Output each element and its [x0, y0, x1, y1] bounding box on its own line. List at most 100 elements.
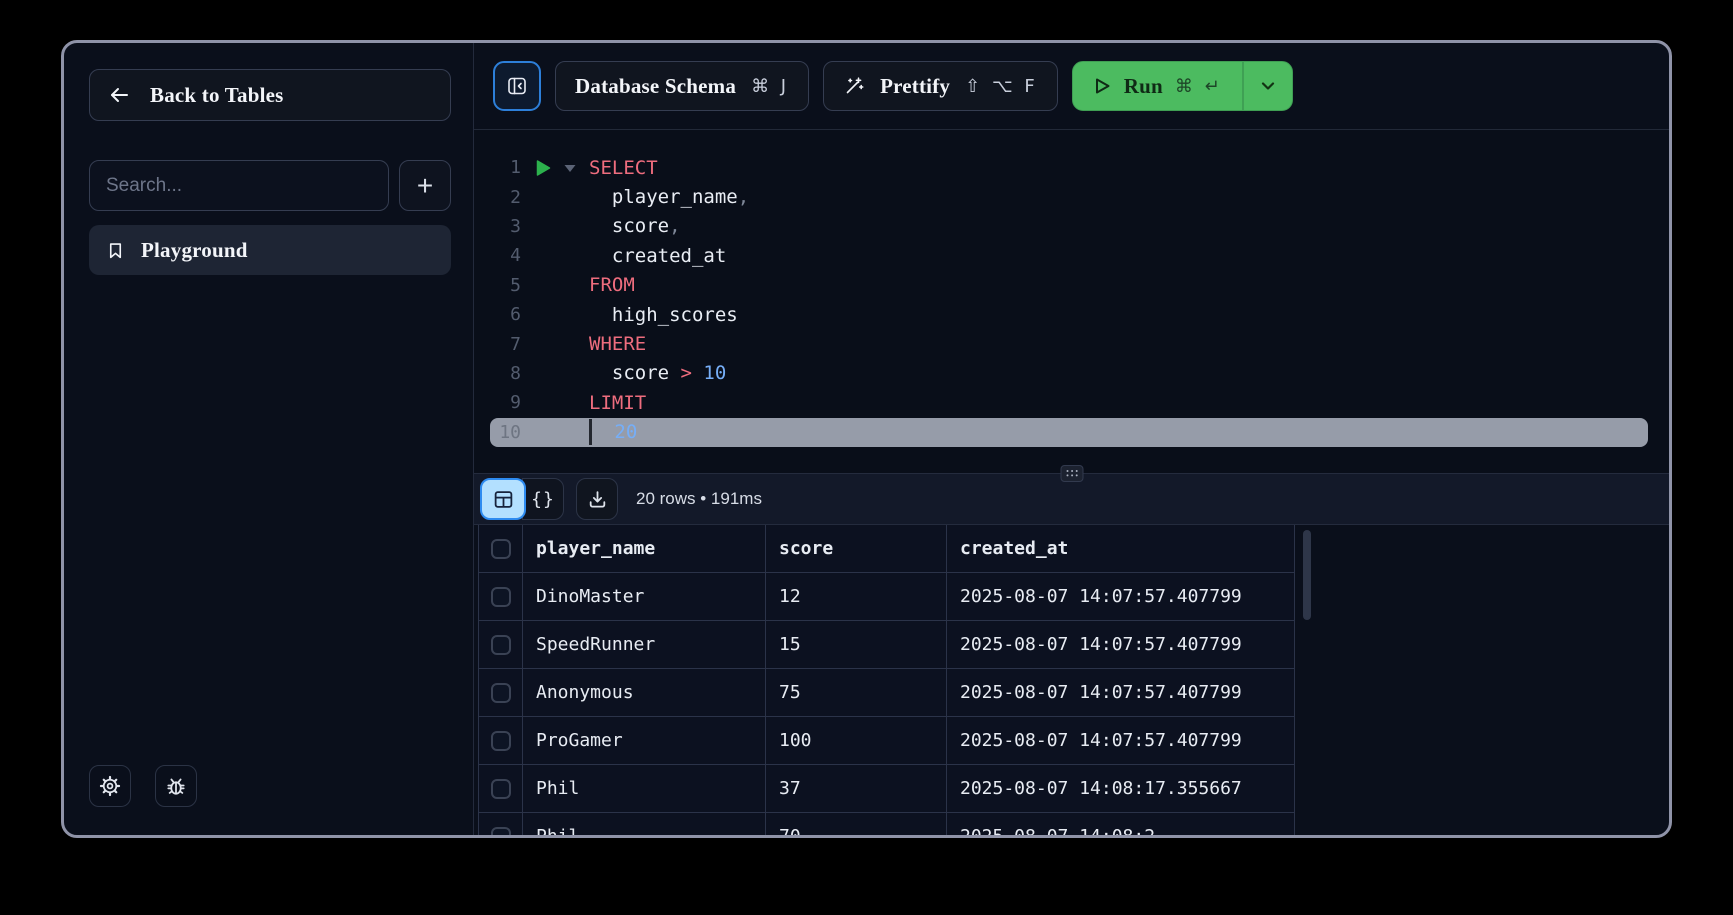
- debug-button[interactable]: [155, 765, 197, 807]
- row-checkbox[interactable]: [491, 731, 511, 751]
- line-number: 1: [490, 157, 521, 178]
- line-number: 10: [490, 422, 521, 443]
- line-number: 9: [490, 392, 521, 413]
- table-cell: Phil: [523, 813, 766, 835]
- prettify-shortcut: ⇧ ⌥ F: [965, 76, 1038, 97]
- table-cell: 2025-08-07 14:07:57.407799: [947, 717, 1294, 764]
- code-text: WHERE: [589, 333, 646, 355]
- column-header: score: [766, 525, 947, 572]
- editor-line: 1SELECT: [490, 153, 1648, 182]
- table-row: Anonymous752025-08-07 14:07:57.407799: [479, 669, 1294, 717]
- panel-resize-handle[interactable]: [1060, 465, 1083, 482]
- run-label: Run: [1124, 74, 1163, 99]
- table-cell: 2025-08-07 14:08:2: [947, 813, 1294, 835]
- bookmark-icon: [106, 241, 125, 260]
- code-text: score > 10: [589, 362, 726, 384]
- chevron-down-icon: [1258, 76, 1278, 96]
- prettify-button[interactable]: Prettify ⇧ ⌥ F: [823, 61, 1058, 111]
- header-checkbox-cell: [479, 525, 523, 572]
- table-cell: ProGamer: [523, 717, 766, 764]
- run-options-button[interactable]: [1244, 62, 1292, 110]
- table-row: DinoMaster122025-08-07 14:07:57.407799: [479, 573, 1294, 621]
- row-checkbox-cell: [479, 813, 523, 835]
- editor-line: 6 high_scores: [490, 300, 1648, 329]
- run-button-group: Run ⌘ ↵: [1072, 61, 1293, 111]
- play-icon: [1092, 76, 1112, 96]
- bug-icon: [165, 775, 187, 797]
- editor-line: 3 score,: [490, 212, 1648, 241]
- sidebar: Back to Tables + Playground: [64, 43, 474, 835]
- add-query-button[interactable]: +: [399, 160, 451, 211]
- back-to-tables-button[interactable]: Back to Tables: [89, 69, 451, 121]
- arrow-left-icon: [108, 84, 130, 106]
- editor-line: 2 player_name,: [490, 182, 1648, 211]
- results-table-area: player_namescorecreated_atDinoMaster1220…: [474, 525, 1669, 835]
- results-table: player_namescorecreated_atDinoMaster1220…: [478, 525, 1295, 835]
- table-row: Phil702025-08-07 14:08:2: [479, 813, 1294, 835]
- results-panel: {} 20 rows • 191ms player_namescorecreat…: [474, 473, 1669, 835]
- line-markers: [521, 158, 589, 178]
- table-view-button[interactable]: [480, 478, 526, 520]
- fold-caret-icon[interactable]: [562, 160, 578, 176]
- database-schema-button[interactable]: Database Schema ⌘ J: [555, 61, 809, 111]
- select-all-checkbox[interactable]: [491, 539, 511, 559]
- line-number: 3: [490, 216, 521, 237]
- table-grid-icon: [493, 489, 514, 510]
- table-row: SpeedRunner152025-08-07 14:07:57.407799: [479, 621, 1294, 669]
- vertical-scrollbar-thumb[interactable]: [1303, 530, 1311, 620]
- json-view-button[interactable]: {}: [522, 478, 564, 520]
- row-checkbox[interactable]: [491, 779, 511, 799]
- row-checkbox-cell: [479, 765, 523, 812]
- code-text: player_name,: [589, 186, 749, 208]
- code-text: 20: [589, 419, 637, 445]
- gear-icon: [99, 775, 121, 797]
- prettify-label: Prettify: [880, 74, 950, 99]
- row-checkbox[interactable]: [491, 827, 511, 836]
- editor-line: 5 FROM: [490, 271, 1648, 300]
- row-checkbox[interactable]: [491, 683, 511, 703]
- table-cell: 70: [766, 813, 947, 835]
- view-switcher: {}: [480, 478, 564, 520]
- editor-line: 7 WHERE: [490, 329, 1648, 358]
- column-header: created_at: [947, 525, 1294, 572]
- line-number: 6: [490, 304, 521, 325]
- table-cell: 75: [766, 669, 947, 716]
- code-text: FROM: [589, 274, 635, 296]
- sql-editor[interactable]: 1SELECT2 player_name,3 score,4 created_a…: [474, 130, 1669, 473]
- query-status: 20 rows • 191ms: [636, 489, 762, 509]
- table-cell: Phil: [523, 765, 766, 812]
- database-schema-shortcut: ⌘ J: [751, 76, 789, 97]
- wand-icon: [843, 75, 865, 97]
- playground-label: Playground: [141, 238, 248, 263]
- sidebar-footer: [89, 765, 451, 807]
- line-number: 8: [490, 363, 521, 384]
- editor-line: 9LIMIT: [490, 388, 1648, 417]
- line-number: 5: [490, 275, 521, 296]
- row-checkbox-cell: [479, 669, 523, 716]
- row-checkbox[interactable]: [491, 635, 511, 655]
- download-results-button[interactable]: [576, 478, 618, 520]
- editor-toolbar: Database Schema ⌘ J Prettify ⇧ ⌥ F: [474, 43, 1669, 130]
- panel-left-icon: [506, 75, 528, 97]
- grip-dots-icon: [1066, 470, 1068, 472]
- column-header: player_name: [523, 525, 766, 572]
- table-cell: 2025-08-07 14:07:57.407799: [947, 669, 1294, 716]
- table-cell: 37: [766, 765, 947, 812]
- run-statement-icon[interactable]: [533, 158, 553, 178]
- table-header-row: player_namescorecreated_at: [479, 525, 1294, 573]
- editor-line: 8 score > 10: [490, 359, 1648, 388]
- main-panel: Database Schema ⌘ J Prettify ⇧ ⌥ F: [474, 43, 1669, 835]
- row-checkbox-cell: [479, 717, 523, 764]
- table-cell: 2025-08-07 14:07:57.407799: [947, 573, 1294, 620]
- search-input[interactable]: [89, 160, 389, 211]
- run-button[interactable]: Run ⌘ ↵: [1073, 62, 1242, 110]
- editor-line: 4 created_at: [490, 241, 1648, 270]
- settings-button[interactable]: [89, 765, 131, 807]
- line-number: 2: [490, 187, 521, 208]
- sidebar-toggle-button[interactable]: [493, 61, 541, 111]
- row-checkbox[interactable]: [491, 587, 511, 607]
- sidebar-item-playground[interactable]: Playground: [89, 225, 451, 275]
- table-cell: SpeedRunner: [523, 621, 766, 668]
- line-number: 7: [490, 334, 521, 355]
- database-schema-label: Database Schema: [575, 74, 736, 99]
